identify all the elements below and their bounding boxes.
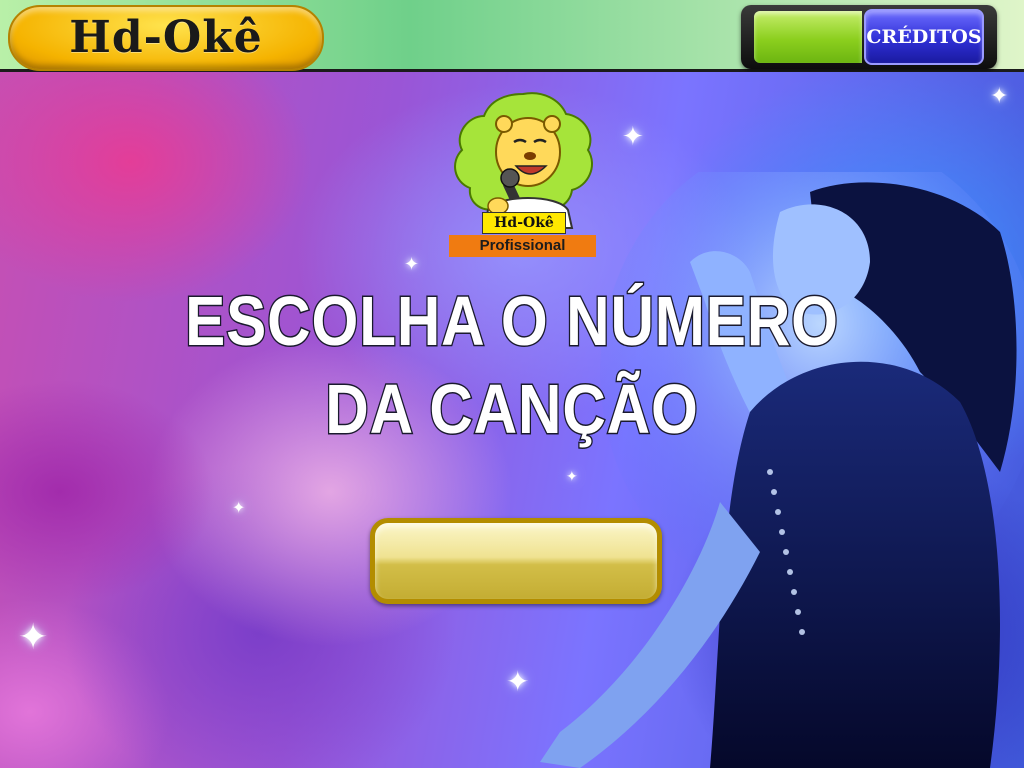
prompt-heading-line-2: DA CANÇÃO [324, 370, 699, 448]
brand-logo: Hd-Okê [8, 5, 324, 71]
credits-panel: CRÉDITOS [741, 5, 997, 69]
top-bar: Hd-Okê CRÉDITOS [0, 0, 1024, 72]
sparkle-icon: ✦ [232, 498, 246, 517]
logo-brand-label: Hd-Okê [482, 212, 566, 234]
sparkle-icon: ✦ [990, 84, 1009, 109]
song-number-input[interactable] [370, 518, 662, 604]
sparkle-icon: ✦ [622, 122, 644, 152]
sparkle-icon: ✦ [404, 254, 420, 275]
sparkle-icon: ✦ [18, 617, 49, 658]
logo-subtitle: Profissional [449, 235, 596, 257]
singer-image [540, 172, 1024, 768]
credits-counter [754, 11, 862, 63]
karaoke-app: Hd-Okê CRÉDITOS ✦ ✦ ✦ ✦ ✦ ✦ ✦ ✦ ✦ ✦ [0, 0, 1024, 768]
brand-text: Hd-Okê [69, 12, 263, 63]
credits-button[interactable]: CRÉDITOS [864, 9, 984, 65]
main-stage: ✦ ✦ ✦ ✦ ✦ ✦ ✦ ✦ ✦ ✦ [0, 72, 1024, 768]
prompt-heading-line-1: ESCOLHA O NÚMERO [184, 282, 839, 360]
